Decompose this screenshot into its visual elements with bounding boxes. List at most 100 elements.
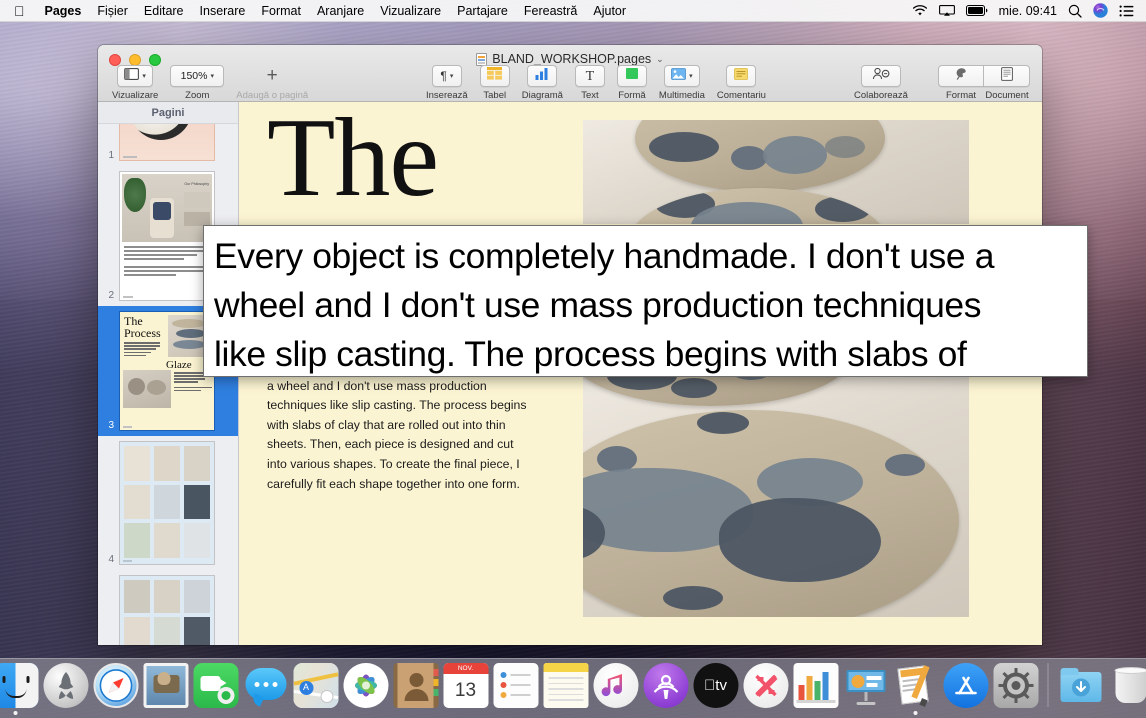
messages-icon bbox=[243, 663, 288, 708]
dock-item-reminders[interactable] bbox=[493, 663, 539, 715]
comment-button[interactable]: Comentariu bbox=[717, 65, 766, 101]
chevron-down-icon: ▾ bbox=[210, 72, 214, 80]
media-button[interactable]: ▾ Multimedia bbox=[659, 65, 705, 101]
menu-item-inserare[interactable]: Inserare bbox=[192, 0, 254, 22]
chart-icon bbox=[535, 67, 550, 85]
insert-button-label: Inserează bbox=[426, 90, 468, 101]
dock-item-photos[interactable] bbox=[343, 663, 389, 715]
text-button-label: Text bbox=[581, 90, 598, 101]
brush-icon bbox=[954, 67, 969, 85]
list-item[interactable]: 4 bbox=[98, 436, 238, 570]
chevron-down-icon: ▾ bbox=[142, 72, 146, 80]
menu-item-fereastra[interactable]: Fereastră bbox=[516, 0, 586, 22]
document-button-label: Document bbox=[984, 90, 1030, 101]
running-indicator bbox=[64, 711, 68, 715]
view-button-label: Vizualizare bbox=[112, 90, 158, 101]
plus-icon: + bbox=[267, 67, 278, 85]
dock-item-news[interactable] bbox=[743, 663, 789, 715]
page-thumbnail-2[interactable]: Our Philosophy bbox=[119, 171, 215, 301]
menu-item-fisier[interactable]: Fișier bbox=[89, 0, 136, 22]
zoom-control[interactable]: 150% ▾ Zoom bbox=[170, 65, 224, 101]
document-title[interactable]: BLAND_WORKSHOP.pages ⌄ bbox=[98, 52, 1042, 66]
dock-item-appletv[interactable]: tv bbox=[693, 663, 739, 715]
control-center-icon[interactable] bbox=[1119, 5, 1134, 17]
trash-icon bbox=[1108, 663, 1146, 708]
chevron-down-icon[interactable]: ⌄ bbox=[656, 54, 664, 65]
dock-item-facetime[interactable] bbox=[193, 663, 239, 715]
page-body-text[interactable]: Every object is completely handmade. I d… bbox=[267, 357, 535, 494]
dock-item-pages[interactable] bbox=[893, 663, 939, 715]
running-indicator bbox=[714, 711, 718, 715]
chart-button[interactable]: Diagramă bbox=[522, 65, 563, 101]
add-page-button-label: Adaugă o pagină bbox=[236, 90, 308, 101]
list-item[interactable]: 5 bbox=[98, 570, 238, 645]
notes-icon bbox=[543, 663, 588, 708]
dock-item-mail[interactable] bbox=[143, 663, 189, 715]
menu-item-format[interactable]: Format bbox=[253, 0, 309, 22]
page-thumbnail-list[interactable]: 1 2 Our Philosophy bbox=[98, 124, 238, 645]
airplay-icon[interactable] bbox=[939, 5, 955, 17]
collaborate-button[interactable]: Colaborează bbox=[854, 65, 908, 101]
appstore-icon bbox=[943, 663, 988, 708]
dock-item-calendar[interactable]: NOV. 13 bbox=[443, 663, 489, 715]
menu-item-editare[interactable]: Editare bbox=[136, 0, 192, 22]
media-button-label: Multimedia bbox=[659, 90, 705, 101]
menu-bar:  Pages Fișier Editare Inserare Format A… bbox=[0, 0, 1146, 22]
table-button[interactable]: Tabel bbox=[480, 65, 510, 101]
dock-item-maps[interactable]: A bbox=[293, 663, 339, 715]
menu-item-pages[interactable]: Pages bbox=[37, 0, 90, 22]
dock-item-contacts[interactable] bbox=[393, 663, 439, 715]
page-thumbnail-4[interactable] bbox=[119, 441, 215, 565]
text-button[interactable]: T Text bbox=[575, 65, 605, 101]
music-icon bbox=[593, 663, 638, 708]
page-thumbnail-5[interactable] bbox=[119, 575, 215, 645]
battery-icon[interactable] bbox=[966, 5, 988, 16]
document-button[interactable] bbox=[984, 65, 1030, 87]
search-icon[interactable] bbox=[1068, 4, 1082, 18]
dock-item-safari[interactable] bbox=[93, 663, 139, 715]
running-indicator bbox=[1129, 711, 1133, 715]
menu-item-ajutor[interactable]: Ajutor bbox=[585, 0, 634, 22]
menu-item-partajare[interactable]: Partajare bbox=[449, 0, 516, 22]
dock-item-podcasts[interactable] bbox=[643, 663, 689, 715]
menu-item-vizualizare[interactable]: Vizualizare bbox=[372, 0, 449, 22]
siri-icon[interactable] bbox=[1093, 3, 1108, 18]
ceramic-plates-photo[interactable] bbox=[583, 120, 969, 224]
dock-item-systempreferences[interactable] bbox=[993, 663, 1039, 715]
insert-button[interactable]: ¶ ▾ Inserează bbox=[426, 65, 468, 101]
document-page-icon bbox=[1001, 67, 1013, 86]
view-button[interactable]: ▾ Vizualizare bbox=[112, 65, 158, 101]
format-button[interactable] bbox=[938, 65, 984, 87]
hover-text-overlay: Every object is completely handmade. I d… bbox=[203, 225, 1088, 377]
dock-item-launchpad[interactable] bbox=[43, 663, 89, 715]
shape-button[interactable]: Formă bbox=[617, 65, 647, 101]
running-indicator bbox=[614, 711, 618, 715]
dock: A bbox=[0, 658, 1146, 718]
dock-item-finder[interactable] bbox=[0, 663, 39, 715]
glazed-ceramic-plate-closeup-photo[interactable] bbox=[583, 368, 969, 617]
calendar-day: 13 bbox=[443, 674, 488, 708]
dock-item-messages[interactable] bbox=[243, 663, 289, 715]
dock-item-downloads[interactable] bbox=[1058, 663, 1104, 715]
wifi-icon[interactable] bbox=[912, 5, 928, 17]
add-page-button[interactable]: + Adaugă o pagină bbox=[236, 65, 308, 101]
window-titlebar[interactable]: BLAND_WORKSHOP.pages ⌄ ▾ Vizualizare 150… bbox=[98, 45, 1042, 102]
dock-item-trash[interactable] bbox=[1108, 663, 1146, 715]
calendar-icon: NOV. 13 bbox=[443, 663, 488, 708]
collaborate-person-icon bbox=[872, 67, 890, 85]
page-thumbnail-1[interactable] bbox=[119, 124, 215, 161]
page-thumbnail-3[interactable]: TheProcess Glaze bbox=[119, 311, 215, 431]
dock-item-appstore[interactable] bbox=[943, 663, 989, 715]
list-item[interactable]: 1 bbox=[98, 124, 238, 166]
mail-icon bbox=[143, 663, 188, 708]
keynote-icon bbox=[843, 663, 888, 708]
dock-item-keynote[interactable] bbox=[843, 663, 889, 715]
chart-button-label: Diagramă bbox=[522, 90, 563, 101]
appletv-icon: tv bbox=[693, 663, 738, 708]
menu-item-aranjare[interactable]: Aranjare bbox=[309, 0, 372, 22]
dock-item-numbers[interactable] bbox=[793, 663, 839, 715]
chevron-down-icon: ▾ bbox=[689, 72, 693, 80]
dock-item-notes[interactable] bbox=[543, 663, 589, 715]
dock-item-music[interactable] bbox=[593, 663, 639, 715]
apple-logo-icon[interactable]:  bbox=[14, 4, 25, 18]
